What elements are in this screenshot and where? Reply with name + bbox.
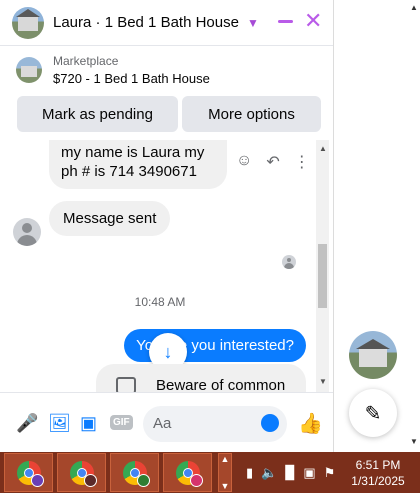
safety-warning-card[interactable]: Beware of common	[96, 364, 306, 392]
message-composer: 🎤 🖼 ▣ GIF Aa 👍	[0, 392, 333, 452]
signal-icon[interactable]: ▉	[285, 465, 295, 481]
arrow-down-icon: ↓	[163, 341, 173, 362]
chrome-window-2[interactable]	[57, 453, 106, 492]
profile-badge-icon	[137, 474, 150, 487]
listing-image	[16, 57, 42, 83]
scroll-down-icon[interactable]: ▼	[319, 377, 327, 386]
message-tools: ☺ ↶ ⋮	[236, 152, 310, 172]
message-list: my name is Laura my ph # is 714 3490671 …	[0, 140, 316, 392]
taskbar-overflow[interactable]: ▲ ▼	[218, 453, 232, 492]
more-icon[interactable]: ⋮	[294, 152, 310, 172]
minimized-chat-avatar[interactable]	[349, 331, 397, 379]
message-scrollbar[interactable]: ▲ ▼	[316, 140, 329, 392]
system-tray: ▮ 🔈 ▉ ▣ ⚑	[246, 465, 335, 481]
volume-icon[interactable]: 🔈	[261, 465, 277, 481]
incoming-message: Message sent	[49, 201, 171, 236]
image-icon[interactable]: 🖼	[48, 413, 71, 434]
minimize-icon[interactable]	[278, 20, 293, 23]
chat-window: Laura · 1 Bed 1 Bath House ▼ ✕ Marketpla…	[0, 0, 334, 452]
mark-as-pending-button[interactable]: Mark as pending	[17, 96, 178, 132]
scroll-up-icon[interactable]: ▲	[319, 144, 327, 153]
compose-icon: ✎	[364, 402, 382, 425]
new-message-button[interactable]: ✎	[349, 389, 397, 437]
profile-badge-icon	[190, 474, 203, 487]
chat-header[interactable]: Laura · 1 Bed 1 Bath House ▼ ✕	[0, 0, 333, 46]
message-placeholder: Aa	[153, 415, 172, 432]
message-timestamp: 10:48 AM	[134, 295, 186, 309]
reply-icon[interactable]: ↶	[266, 152, 279, 172]
gif-button[interactable]: GIF	[110, 415, 133, 430]
listing-source: Marketplace	[53, 54, 119, 68]
scroll-down-icon[interactable]: ▼	[410, 437, 418, 446]
house-image	[16, 8, 40, 31]
listing-actions: Mark as pending More options	[17, 96, 321, 132]
message-line: ph # is 714 3490671	[61, 163, 197, 180]
listing-summary[interactable]: Marketplace $720 - 1 Bed 1 Bath House	[0, 46, 333, 94]
react-icon[interactable]: ☺	[236, 152, 252, 172]
listing-price-title: $720 - 1 Bed 1 Bath House	[53, 71, 210, 86]
incoming-message: my name is Laura my ph # is 714 3490671	[49, 140, 227, 189]
more-options-button[interactable]: More options	[182, 96, 321, 132]
sticker-icon[interactable]: ▣	[80, 413, 97, 434]
emoji-icon[interactable]	[261, 414, 279, 432]
page-scrollbar[interactable]: ▲ ▼	[409, 0, 420, 452]
profile-badge-icon	[31, 474, 44, 487]
clock-time: 6:51 PM	[355, 457, 401, 472]
taskbar: ▲ ▼ ▮ 🔈 ▉ ▣ ⚑ 6:51 PM 1/31/2025	[0, 452, 420, 493]
avatar[interactable]	[13, 218, 41, 246]
chrome-window-3[interactable]	[110, 453, 159, 492]
house-image	[356, 339, 390, 367]
profile-badge-icon	[84, 474, 97, 487]
scrollbar-thumb[interactable]	[318, 244, 327, 308]
microphone-icon[interactable]: 🎤	[16, 413, 38, 434]
listing-thumbnail[interactable]	[12, 6, 44, 39]
thumbs-up-icon[interactable]: 👍	[298, 411, 323, 436]
system-clock[interactable]: 6:51 PM 1/31/2025	[351, 457, 404, 489]
warning-text: Beware of common	[156, 377, 286, 392]
seen-avatar-icon	[282, 255, 296, 269]
chevron-down-icon[interactable]: ▼	[247, 16, 259, 30]
message-line: my name is Laura my	[61, 144, 205, 161]
chrome-window-1[interactable]	[4, 453, 53, 492]
network-icon[interactable]: ▣	[303, 465, 315, 481]
message-input[interactable]: Aa	[143, 406, 287, 442]
chrome-window-4[interactable]	[163, 453, 212, 492]
battery-icon[interactable]: ▮	[246, 465, 253, 481]
close-icon[interactable]: ✕	[304, 9, 322, 33]
shield-icon	[116, 377, 136, 392]
scroll-up-icon[interactable]: ▲	[410, 3, 418, 12]
clock-date: 1/31/2025	[351, 473, 405, 488]
flag-icon[interactable]: ⚑	[324, 465, 336, 481]
chat-title[interactable]: Laura · 1 Bed 1 Bath House	[53, 14, 239, 31]
